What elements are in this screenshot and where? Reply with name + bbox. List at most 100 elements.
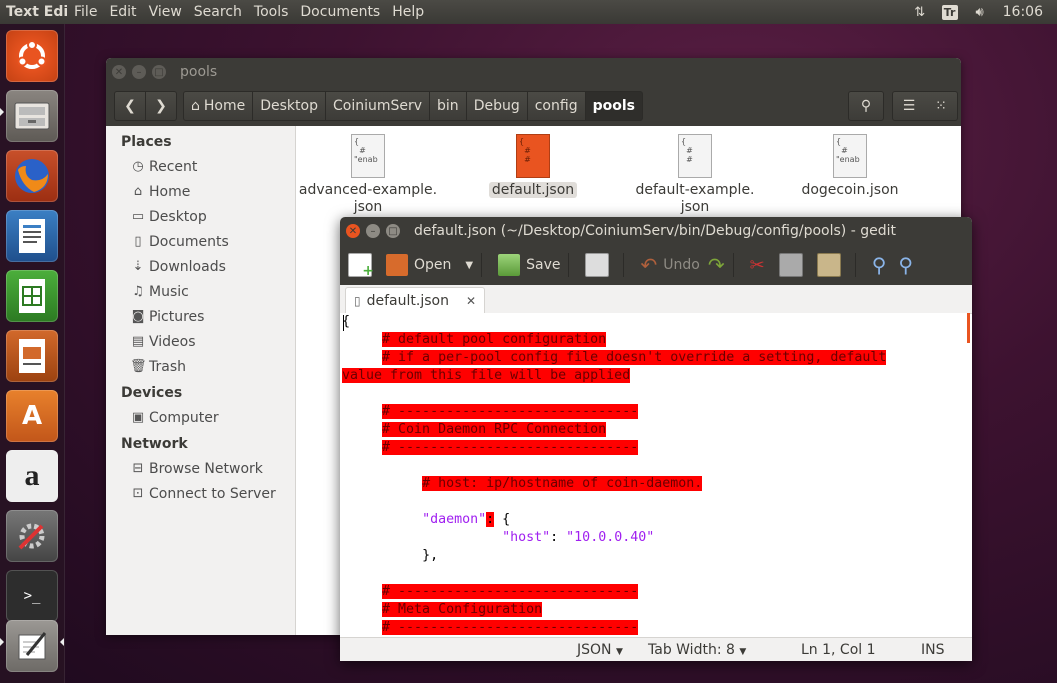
chevron-down-icon[interactable]: ▼ xyxy=(465,260,473,271)
list-view-button[interactable]: ☰ xyxy=(892,91,926,121)
printer-icon xyxy=(585,253,610,277)
launcher-running-indicator xyxy=(0,638,4,646)
breadcrumb-pools[interactable]: pools xyxy=(585,91,643,121)
menu-documents[interactable]: Documents xyxy=(294,4,386,20)
breadcrumb-label: Home xyxy=(203,98,246,114)
menu-lines-icon: ☰ xyxy=(902,98,916,114)
breadcrumb-desktop[interactable]: Desktop xyxy=(253,91,326,121)
forward-button[interactable]: ❯ xyxy=(146,91,177,121)
file-item-selected[interactable]: { # # default.json xyxy=(463,126,603,199)
language-selector[interactable]: JSON ▼ xyxy=(577,642,623,658)
paste-button[interactable] xyxy=(816,253,847,277)
new-button[interactable]: + xyxy=(348,253,378,279)
menu-file[interactable]: File xyxy=(68,4,103,20)
sidebar-item-computer[interactable]: ▣ Computer xyxy=(106,405,295,430)
window-title: pools xyxy=(180,64,218,80)
software-center-icon[interactable]: A xyxy=(6,390,58,442)
sidebar-item-desktop[interactable]: ▭ Desktop xyxy=(106,204,295,229)
sidebar-item-music[interactable]: ♫ Music xyxy=(106,279,295,304)
file-item[interactable]: { # # default-example. json xyxy=(625,126,765,216)
menu-search[interactable]: Search xyxy=(188,4,248,20)
terminal-icon[interactable]: >_ xyxy=(6,570,58,622)
folder-open-icon xyxy=(386,254,408,276)
menu-view[interactable]: View xyxy=(143,4,188,20)
print-button[interactable] xyxy=(585,253,615,277)
json-file-icon: { # # xyxy=(678,134,712,178)
search-button[interactable]: ⚲ xyxy=(848,91,884,121)
grid-view-button[interactable]: ⁙ xyxy=(925,91,958,121)
chevron-left-icon: ❮ xyxy=(124,98,136,114)
ubuntu-dash-icon[interactable] xyxy=(6,30,58,82)
tab-default-json[interactable]: ▯ default.json ✕ xyxy=(345,287,485,314)
close-button[interactable]: ✕ xyxy=(112,65,126,79)
breadcrumb-home[interactable]: ⌂ Home xyxy=(183,91,254,121)
redo-icon: ↷ xyxy=(707,253,725,277)
open-button[interactable]: Open ▼ xyxy=(386,254,473,276)
code-line: # ------------------------------ xyxy=(382,404,639,419)
tab-bar: ▯ default.json ✕ xyxy=(340,285,972,314)
find-replace-button[interactable]: ⚲ xyxy=(898,253,913,277)
tab-width-selector[interactable]: Tab Width: 8 ▼ xyxy=(648,642,746,658)
settings-icon[interactable] xyxy=(6,510,58,562)
sidebar-item-connect-server[interactable]: ⊡ Connect to Server xyxy=(106,481,295,506)
copy-button[interactable] xyxy=(778,253,809,277)
file-item[interactable]: { # "enab advanced-example. json xyxy=(298,126,438,216)
clock[interactable]: 16:06 xyxy=(1003,4,1043,20)
writer-icon[interactable] xyxy=(6,210,58,262)
sidebar-item-label: Home xyxy=(149,183,191,200)
breadcrumb-config[interactable]: config xyxy=(527,91,586,121)
amazon-icon[interactable]: a xyxy=(6,450,58,502)
minimize-button[interactable]: – xyxy=(366,224,380,238)
undo-icon: ↶ xyxy=(640,253,658,277)
sidebar-item-documents[interactable]: ▯ Documents xyxy=(106,229,295,254)
files-icon[interactable] xyxy=(6,90,58,142)
save-icon xyxy=(498,254,521,276)
sidebar-item-videos[interactable]: ▤ Videos xyxy=(106,329,295,354)
overview-scrollbar[interactable] xyxy=(967,313,970,343)
back-button[interactable]: ❮ xyxy=(114,91,146,121)
chevron-down-icon: ▼ xyxy=(615,647,623,657)
save-button[interactable]: Save xyxy=(498,254,560,276)
breadcrumb-bin[interactable]: bin xyxy=(430,91,467,121)
firefox-icon[interactable] xyxy=(6,150,58,202)
sidebar-item-trash[interactable]: 🗑︎ Trash xyxy=(106,354,295,379)
code-line: # default pool configuration xyxy=(382,332,607,347)
file-name: dogecoin.json xyxy=(801,182,899,198)
menu-tools[interactable]: Tools xyxy=(248,4,295,20)
chevron-right-icon: ❯ xyxy=(155,98,167,114)
impress-icon[interactable] xyxy=(6,330,58,382)
breadcrumb-coiniumserv[interactable]: CoiniumServ xyxy=(325,91,431,121)
volume-icon[interactable]: 🔊︎ xyxy=(971,3,989,21)
sidebar-item-label: Documents xyxy=(149,233,229,250)
find-button[interactable]: ⚲ xyxy=(872,253,887,277)
close-tab-icon[interactable]: ✕ xyxy=(466,294,476,308)
network-icon[interactable]: ⇅ xyxy=(911,3,929,21)
clipboard-icon xyxy=(816,253,841,277)
json-file-icon: { # "enab xyxy=(833,134,867,178)
code-line: # Coin Daemon RPC Connection xyxy=(382,422,607,437)
menu-help[interactable]: Help xyxy=(386,4,430,20)
text-editor[interactable]: { # default pool configuration # if a pe… xyxy=(340,313,968,637)
keyboard-layout-indicator[interactable]: Tr xyxy=(941,3,959,21)
sidebar-item-home[interactable]: ⌂ Home xyxy=(106,179,295,204)
sidebar-item-recent[interactable]: ◷ Recent xyxy=(106,154,295,179)
close-button[interactable]: ✕ xyxy=(346,224,360,238)
file-item[interactable]: { # "enab dogecoin.json xyxy=(780,126,920,199)
window-title: default.json (~/Desktop/CoiniumServ/bin/… xyxy=(414,223,896,239)
sidebar-item-browse-network[interactable]: ⊟ Browse Network xyxy=(106,456,295,481)
grid-icon: ⁙ xyxy=(935,98,947,114)
undo-button[interactable]: ↶ Undo xyxy=(640,253,699,277)
maximize-button[interactable]: □ xyxy=(386,224,400,238)
sidebar-item-pictures[interactable]: ◙ Pictures xyxy=(106,304,295,329)
file-name: default-example. json xyxy=(635,182,755,215)
redo-button[interactable]: ↷ xyxy=(708,253,725,277)
sidebar-item-downloads[interactable]: ⇣ Downloads xyxy=(106,254,295,279)
calc-icon[interactable] xyxy=(6,270,58,322)
minimize-button[interactable]: – xyxy=(132,65,146,79)
text-editor-icon[interactable] xyxy=(6,620,58,672)
maximize-button[interactable]: □ xyxy=(152,65,166,79)
cut-button[interactable]: ✂ xyxy=(750,255,765,276)
menu-edit[interactable]: Edit xyxy=(103,4,142,20)
breadcrumb-debug[interactable]: Debug xyxy=(466,91,528,121)
files-sidebar: Places ◷ Recent ⌂ Home ▭ Desktop ▯ Documents… xyxy=(106,126,296,635)
